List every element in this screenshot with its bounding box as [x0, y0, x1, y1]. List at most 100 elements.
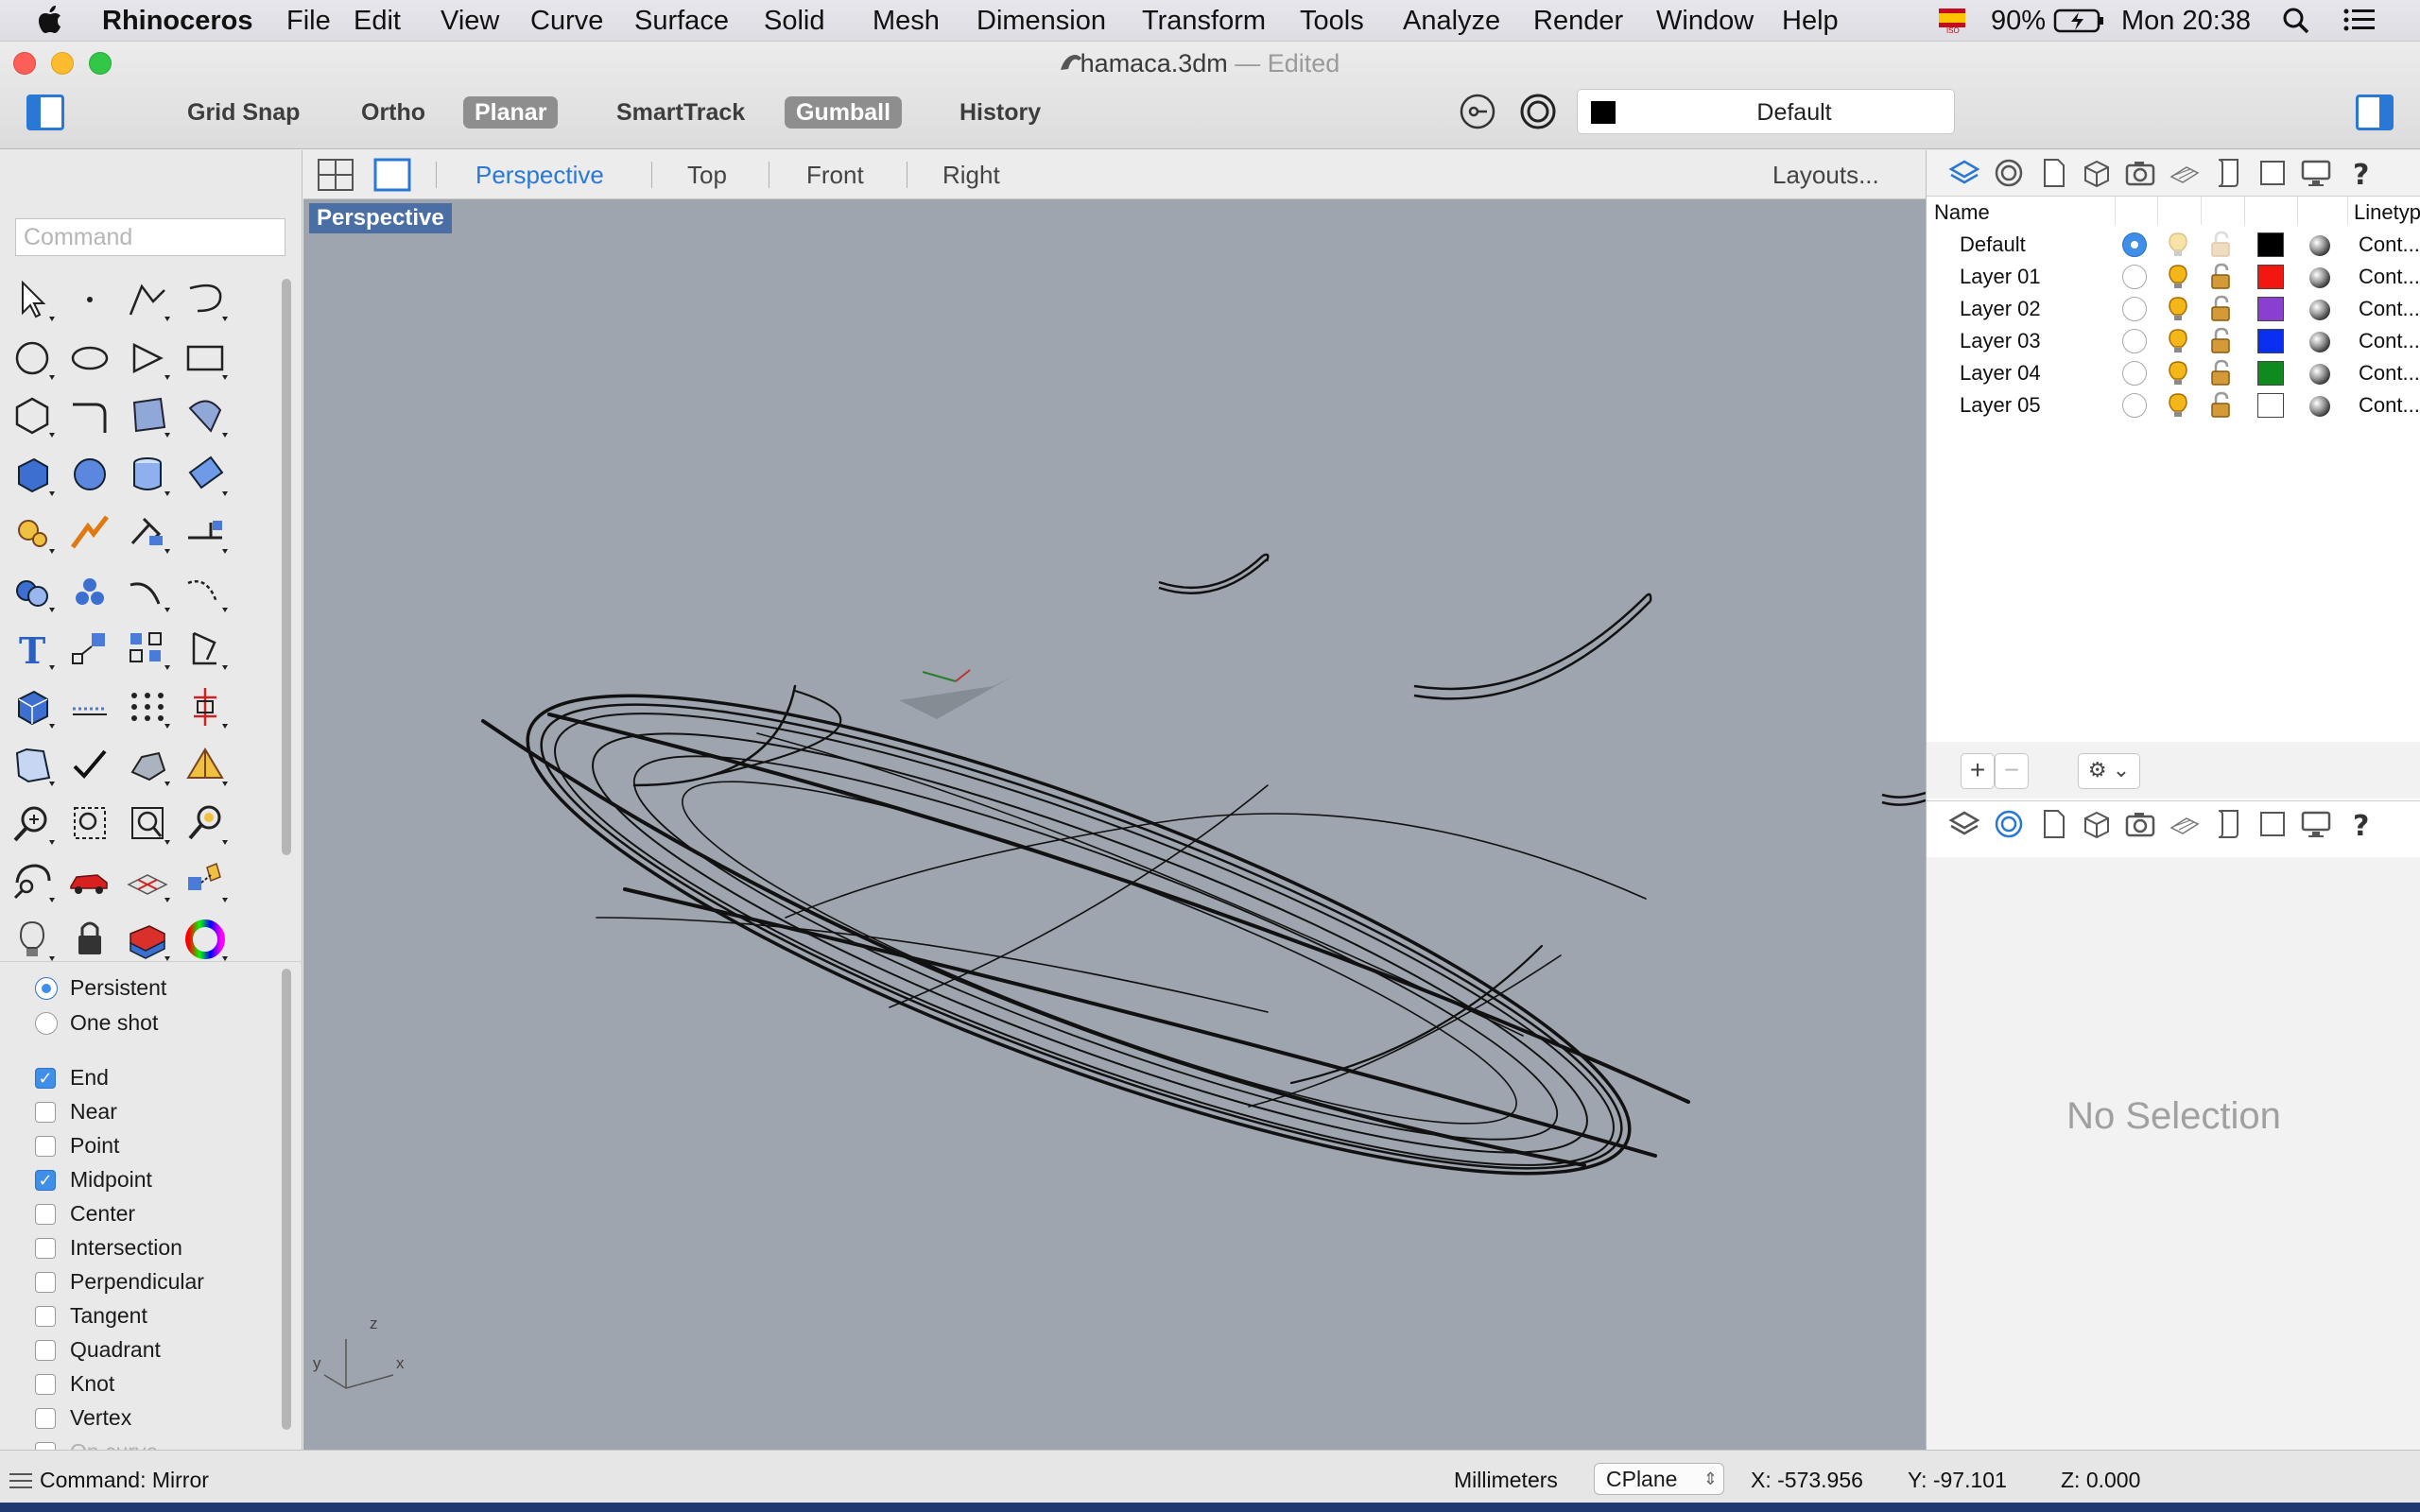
- group-icon[interactable]: [63, 564, 116, 617]
- layer-lock-icon[interactable]: [2208, 263, 2233, 291]
- explode-icon[interactable]: [63, 506, 116, 558]
- battery-icon[interactable]: [2053, 0, 2106, 42]
- viewport-tab-right[interactable]: Right: [942, 158, 1000, 192]
- osnap-scrollbar[interactable]: [282, 969, 291, 1430]
- history-toggle[interactable]: History: [948, 96, 1052, 129]
- layer-linetype[interactable]: Cont...: [2359, 361, 2420, 386]
- command-history-icon[interactable]: [9, 1471, 32, 1490]
- layer-linetype[interactable]: Cont...: [2359, 297, 2420, 321]
- layer-material-icon[interactable]: [2309, 235, 2330, 256]
- current-layer-radio[interactable]: [2122, 361, 2147, 386]
- light-bulb-icon[interactable]: [6, 913, 59, 966]
- checkbox[interactable]: [35, 1102, 56, 1123]
- viewport-tab-front[interactable]: Front: [806, 158, 864, 192]
- render-panel-icon[interactable]: [2299, 807, 2333, 841]
- menu-mesh[interactable]: Mesh: [873, 0, 940, 42]
- layer-name[interactable]: Layer 01: [1960, 265, 2041, 289]
- blank-panel-icon[interactable]: [2256, 156, 2290, 190]
- apple-icon[interactable]: [38, 0, 62, 42]
- zoom-in-icon[interactable]: [6, 797, 59, 850]
- layers-panel-icon[interactable]: [1947, 156, 1981, 190]
- curve-tools-icon[interactable]: [179, 273, 232, 326]
- layer-visibility-bulb-icon[interactable]: [2165, 295, 2191, 323]
- zoom-window-button[interactable]: [89, 52, 112, 75]
- grid-snap-toggle[interactable]: Grid Snap: [176, 96, 311, 129]
- radio-button[interactable]: [35, 1012, 58, 1035]
- layer-color-swatch[interactable]: [2257, 329, 2284, 353]
- battery-percent[interactable]: 90%: [1991, 0, 2046, 42]
- dotted-curve-icon[interactable]: [179, 564, 232, 617]
- layer-row[interactable]: Layer 03 Cont...: [1927, 325, 2420, 357]
- layouts-button[interactable]: Layouts...: [1772, 158, 1879, 192]
- layer-row[interactable]: Layer 02 Cont...: [1927, 293, 2420, 325]
- scale-icon[interactable]: [63, 622, 116, 675]
- layer-color-swatch[interactable]: [2257, 393, 2284, 418]
- check-icon[interactable]: [63, 738, 116, 791]
- menu-curve[interactable]: Curve: [530, 0, 603, 42]
- layer-row[interactable]: Default Cont...: [1927, 229, 2420, 261]
- layer-linetype[interactable]: Cont...: [2359, 265, 2420, 289]
- osnap-toggle-icon[interactable]: [1459, 93, 1496, 130]
- viewport-tab-perspective[interactable]: Perspective: [475, 158, 604, 192]
- cplane-icon[interactable]: [121, 854, 174, 907]
- current-layer-radio[interactable]: [2122, 232, 2147, 257]
- layer-visibility-bulb-icon[interactable]: [2165, 263, 2191, 291]
- layer-color-swatch[interactable]: [2257, 232, 2284, 257]
- rectangle-icon[interactable]: [179, 332, 232, 385]
- ortho-toggle[interactable]: Ortho: [350, 96, 437, 129]
- notification-center-icon[interactable]: [2342, 0, 2377, 42]
- four-viewports-icon[interactable]: [317, 158, 354, 192]
- layer-row[interactable]: Layer 01 Cont...: [1927, 261, 2420, 293]
- rotate-view-icon[interactable]: [6, 854, 59, 907]
- checkbox[interactable]: [35, 1306, 56, 1327]
- viewport-title-label[interactable]: Perspective: [309, 203, 452, 233]
- clock[interactable]: Mon 20:38: [2121, 0, 2251, 42]
- smarttrack-toggle[interactable]: SmartTrack: [605, 96, 756, 129]
- gumball-toggle[interactable]: Gumball: [785, 96, 903, 129]
- object-panel-icon[interactable]: [2080, 156, 2114, 190]
- cylinder-icon[interactable]: [121, 448, 174, 501]
- fillet-curve-icon[interactable]: [63, 389, 116, 442]
- hexagon-icon[interactable]: [6, 389, 59, 442]
- menu-surface[interactable]: Surface: [634, 0, 729, 42]
- cplane-select[interactable]: CPlane ⇕: [1594, 1463, 1724, 1495]
- box-edit-icon[interactable]: [6, 680, 59, 733]
- dimension-icon[interactable]: [179, 622, 232, 675]
- layer-lock-icon[interactable]: [2208, 231, 2233, 259]
- surface-edit-icon[interactable]: [179, 389, 232, 442]
- named-view-icon[interactable]: [179, 854, 232, 907]
- menu-tools[interactable]: Tools: [1300, 0, 1364, 42]
- viewport-tab-top[interactable]: Top: [687, 158, 727, 192]
- menu-transform[interactable]: Transform: [1142, 0, 1266, 42]
- layer-lock-icon[interactable]: [2208, 359, 2233, 387]
- zoom-selected-icon[interactable]: [179, 797, 232, 850]
- layer-material-icon[interactable]: [2309, 396, 2330, 417]
- menu-solid[interactable]: Solid: [764, 0, 825, 42]
- checkbox[interactable]: ✓: [35, 1170, 56, 1191]
- grid-panel-icon[interactable]: [2168, 156, 2202, 190]
- checkbox[interactable]: [35, 1374, 56, 1395]
- spain-flag-icon[interactable]: ISO: [1938, 0, 1966, 42]
- layer-name[interactable]: Layer 04: [1960, 361, 2041, 386]
- tool-palette-scrollbar[interactable]: [282, 279, 291, 855]
- layer-material-icon[interactable]: [2309, 300, 2330, 320]
- spotlight-search-icon[interactable]: [2282, 0, 2310, 42]
- layer-linetype[interactable]: Cont...: [2359, 232, 2420, 257]
- layer-color-swatch[interactable]: [2257, 265, 2284, 289]
- checkbox[interactable]: [35, 1272, 56, 1293]
- checkbox[interactable]: [35, 1408, 56, 1429]
- properties-panel-icon[interactable]: [2035, 807, 2069, 841]
- units-label[interactable]: Millimeters: [1454, 1468, 1558, 1493]
- curve-edit-icon[interactable]: [121, 564, 174, 617]
- box-solid-icon[interactable]: [6, 448, 59, 501]
- radio-button[interactable]: [35, 977, 58, 1000]
- layer-material-icon[interactable]: [2309, 332, 2330, 352]
- menu-view[interactable]: View: [441, 0, 499, 42]
- toggle-left-sidebar-button[interactable]: [26, 94, 64, 130]
- remove-layer-button[interactable]: −: [1995, 753, 2029, 789]
- layer-visibility-bulb-icon[interactable]: [2165, 391, 2191, 420]
- hammock-wireframe-model[interactable]: [303, 199, 1926, 1450]
- layer-name[interactable]: Layer 05: [1960, 393, 2041, 418]
- record-history-icon[interactable]: [1519, 93, 1557, 130]
- close-window-button[interactable]: [13, 52, 36, 75]
